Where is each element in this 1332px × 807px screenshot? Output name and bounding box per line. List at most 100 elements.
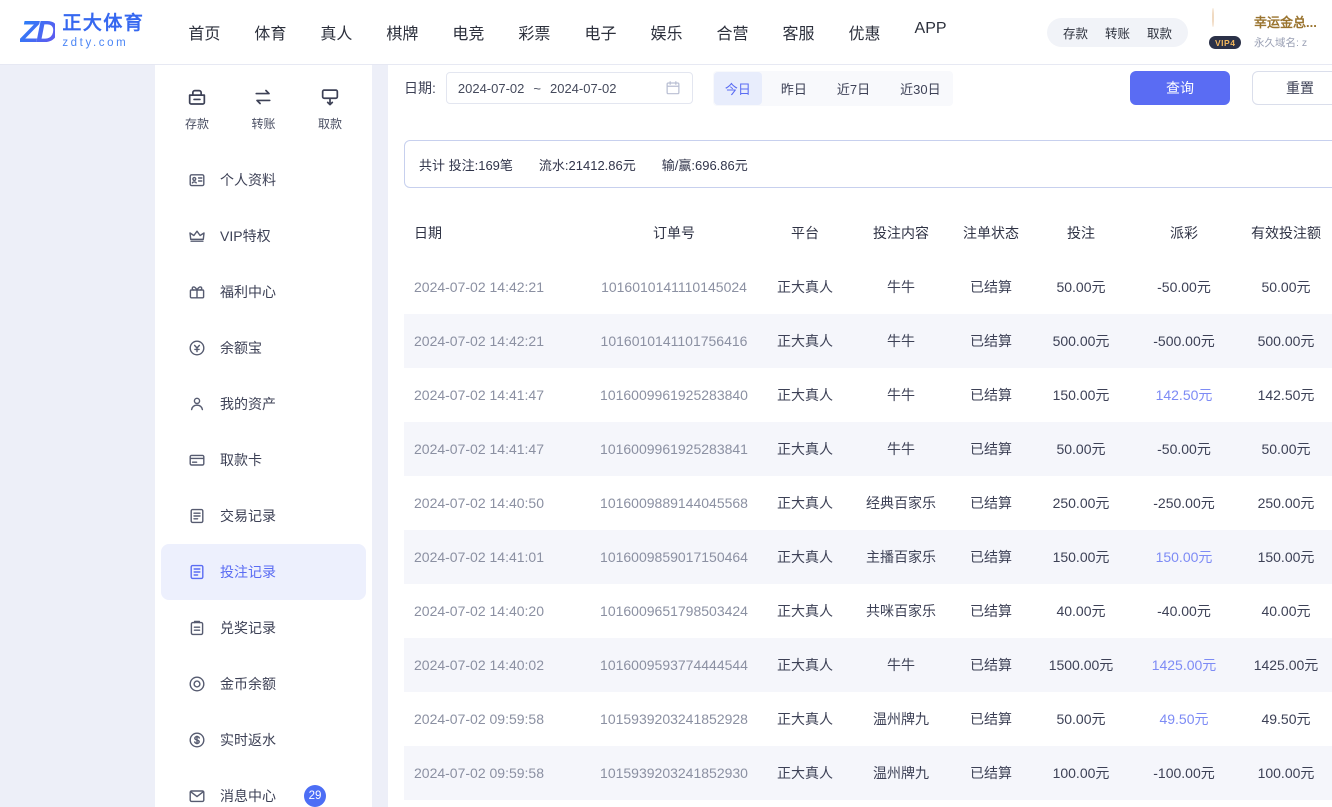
- nav-item-APP[interactable]: APP: [915, 20, 947, 44]
- nav-item-优惠[interactable]: 优惠: [849, 20, 881, 44]
- message-icon: [188, 787, 206, 805]
- cell-bet: 50.00元: [1030, 439, 1132, 459]
- cell-valid_bet: 500.00元: [1236, 331, 1332, 351]
- cell-bet_content: 共咪百家乐: [850, 601, 952, 621]
- quick-action-label: 存款: [185, 115, 209, 132]
- sidebar-item-label: 交易记录: [220, 506, 276, 526]
- sidebar-item-福利中心[interactable]: 福利中心: [161, 264, 366, 320]
- nav-item-合营[interactable]: 合营: [716, 20, 748, 44]
- cell-payout: 150.00元: [1132, 547, 1236, 567]
- sidebar-item-label: 我的资产: [220, 394, 276, 414]
- cell-valid_bet: 250.00元: [1236, 493, 1332, 513]
- gift-icon: [188, 283, 206, 301]
- cell-bet_content: 牛牛: [850, 331, 952, 351]
- cell-order_no: 1016009889144045568: [588, 495, 760, 511]
- sidebar-item-交易记录[interactable]: 交易记录: [161, 488, 366, 544]
- cell-bet: 1500.00元: [1030, 655, 1132, 675]
- cell-order_no: 1016009651798503424: [588, 603, 760, 619]
- gold-coin-icon: [188, 675, 206, 693]
- sidebar-item-金币余额[interactable]: 金币余额: [161, 656, 366, 712]
- table-row: 2024-07-02 09:59:581015939203241852928正大…: [404, 692, 1332, 746]
- cell-platform: 正大真人: [760, 709, 850, 729]
- sidebar-item-取款卡[interactable]: 取款卡: [161, 432, 366, 488]
- cell-status: 已结算: [952, 655, 1030, 675]
- summary-win-loss: 输/赢:696.86元: [662, 155, 748, 174]
- sidebar-menu: 个人资料VIP特权福利中心余额宝我的资产取款卡交易记录投注记录兑奖记录金币余额实…: [155, 148, 372, 807]
- sidebar-item-投注记录[interactable]: 投注记录: [161, 544, 366, 600]
- range-button-近7日[interactable]: 近7日: [826, 72, 881, 105]
- calendar-icon: [665, 80, 681, 96]
- wallet-link-转账[interactable]: 转账: [1105, 23, 1130, 42]
- nav-item-娱乐[interactable]: 娱乐: [650, 20, 682, 44]
- nav-item-体育[interactable]: 体育: [254, 20, 286, 44]
- cell-status: 已结算: [952, 277, 1030, 297]
- nav-item-电子[interactable]: 电子: [584, 20, 616, 44]
- cell-payout: 49.50元: [1132, 709, 1236, 729]
- balance-treasure-icon: [188, 339, 206, 357]
- bet-records-icon: [188, 563, 206, 581]
- table-row: 2024-07-02 14:41:011016009859017150464正大…: [404, 530, 1332, 584]
- table-header-row: 日期订单号平台投注内容注单状态投注派彩有效投注额: [404, 206, 1332, 260]
- date-range-input[interactable]: 2024-07-02 ~ 2024-07-02: [446, 72, 693, 104]
- column-header-注单状态: 注单状态: [952, 223, 1030, 243]
- cell-date: 2024-07-02 14:41:47: [404, 387, 588, 403]
- nav-item-首页[interactable]: 首页: [188, 20, 220, 44]
- cell-order_no: 1015939203241852928: [588, 711, 760, 727]
- nav-item-客服[interactable]: 客服: [782, 20, 814, 44]
- query-button[interactable]: 查询: [1130, 71, 1230, 105]
- cell-payout: -50.00元: [1132, 439, 1236, 459]
- cell-platform: 正大真人: [760, 277, 850, 297]
- wallet-link-存款[interactable]: 存款: [1063, 23, 1088, 42]
- cell-order_no: 1016010141101756416: [588, 333, 760, 349]
- nav-item-彩票[interactable]: 彩票: [518, 20, 550, 44]
- sidebar-item-余额宝[interactable]: 余额宝: [161, 320, 366, 376]
- wallet-link-取款[interactable]: 取款: [1147, 23, 1172, 42]
- cell-bet: 100.00元: [1030, 763, 1132, 783]
- avatar[interactable]: [1212, 8, 1214, 27]
- profile-icon: [188, 171, 206, 189]
- date-end-value: 2024-07-02: [550, 81, 617, 96]
- cell-status: 已结算: [952, 709, 1030, 729]
- rebate-icon: [188, 731, 206, 749]
- sidebar-item-消息中心[interactable]: 消息中心29: [161, 768, 366, 807]
- column-header-派彩: 派彩: [1132, 223, 1236, 243]
- nav-item-真人[interactable]: 真人: [320, 20, 352, 44]
- column-header-平台: 平台: [760, 223, 850, 243]
- cell-valid_bet: 50.00元: [1236, 277, 1332, 297]
- main-nav: 首页 体育 真人 棋牌 电竞 彩票 电子 娱乐 合营 客服 优惠 APP: [188, 20, 946, 44]
- cell-order_no: 1015939203241852930: [588, 765, 760, 781]
- range-button-昨日[interactable]: 昨日: [770, 72, 818, 105]
- permanent-domain-note: 永久域名: z: [1254, 35, 1318, 50]
- wallet-quick-links: 存款转账取款: [1047, 18, 1188, 47]
- vip-badge: VIP4: [1209, 36, 1241, 49]
- column-header-有效投注额: 有效投注额: [1236, 223, 1332, 243]
- quick-action-转账[interactable]: 转账: [251, 86, 275, 132]
- range-button-近30日[interactable]: 近30日: [889, 72, 951, 105]
- nav-item-电竞[interactable]: 电竞: [452, 20, 484, 44]
- quick-action-取款[interactable]: 取款: [318, 86, 342, 132]
- table-row: 2024-07-02 14:40:201016009651798503424正大…: [404, 584, 1332, 638]
- reset-button[interactable]: 重置: [1252, 71, 1332, 105]
- sidebar-item-我的资产[interactable]: 我的资产: [161, 376, 366, 432]
- quick-action-存款[interactable]: 存款: [185, 86, 209, 132]
- cell-valid_bet: 49.50元: [1236, 709, 1332, 729]
- sidebar-item-个人资料[interactable]: 个人资料: [161, 152, 366, 208]
- cell-payout: -250.00元: [1132, 493, 1236, 513]
- sidebar-item-兑奖记录[interactable]: 兑奖记录: [161, 600, 366, 656]
- cell-bet: 500.00元: [1030, 331, 1132, 351]
- range-button-今日[interactable]: 今日: [714, 72, 762, 105]
- sidebar-item-实时返水[interactable]: 实时返水: [161, 712, 366, 768]
- brand-logo[interactable]: ZD 正大体育 zdty.com: [20, 14, 144, 50]
- cell-payout: 142.50元: [1132, 385, 1236, 405]
- cell-status: 已结算: [952, 601, 1030, 621]
- cell-bet_content: 牛牛: [850, 277, 952, 297]
- avatar-wrap: VIP4: [1212, 9, 1246, 55]
- sidebar-item-VIP特权[interactable]: VIP特权: [161, 208, 366, 264]
- cell-date: 2024-07-02 14:40:20: [404, 603, 588, 619]
- quick-action-label: 取款: [318, 115, 342, 132]
- user-name: 幸运金总...: [1254, 12, 1318, 31]
- vip-crown-icon: [188, 227, 206, 245]
- cell-platform: 正大真人: [760, 331, 850, 351]
- nav-item-棋牌[interactable]: 棋牌: [386, 20, 418, 44]
- table-row: 2024-07-02 09:59:581015939203241852930正大…: [404, 746, 1332, 800]
